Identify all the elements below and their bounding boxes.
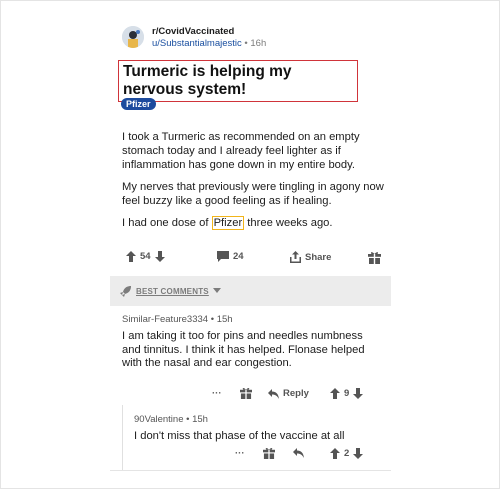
gift-icon	[368, 251, 381, 264]
vote-group: 54	[126, 251, 165, 262]
post-card: r/CovidVaccinated u/Substantialmajestic …	[110, 14, 391, 476]
reply-button[interactable]: Reply	[268, 388, 309, 399]
comment-text: I don't miss that phase of the vaccine a…	[134, 430, 345, 442]
comment-meta: Similar-Feature3334 • 15h	[122, 314, 233, 325]
downvote-icon[interactable]	[353, 388, 364, 399]
reply-label: Reply	[283, 388, 309, 399]
comment-actions: ··· Reply 9	[122, 388, 384, 402]
upvote-icon[interactable]	[330, 448, 340, 459]
comment-time: 15h	[216, 314, 233, 325]
more-icon: ···	[212, 388, 222, 399]
sort-label[interactable]: BEST COMMENTS	[136, 287, 209, 296]
share-button[interactable]: Share	[290, 251, 331, 263]
post-paragraph: I took a Turmeric as recommended on an e…	[122, 131, 360, 171]
vote-group: 2	[330, 448, 364, 459]
comment-author[interactable]: 90Valentine	[134, 414, 183, 425]
award-button[interactable]	[240, 387, 252, 399]
more-options-button[interactable]: ···	[235, 448, 245, 459]
post-paragraph: My nerves that previously were tingling …	[122, 181, 384, 207]
comment-text: I am taking it too for pins and needles …	[122, 330, 365, 369]
share-icon	[290, 251, 301, 263]
comments-sort-bar[interactable]: BEST COMMENTS	[110, 276, 391, 306]
more-options-button[interactable]: ···	[212, 388, 222, 399]
downvote-icon[interactable]	[154, 251, 165, 262]
upvote-icon[interactable]	[126, 251, 136, 262]
gift-icon	[240, 387, 252, 399]
comments-button[interactable]: 24	[217, 251, 244, 262]
post-flair[interactable]: Pfizer	[121, 98, 156, 110]
reply-icon	[293, 448, 304, 458]
rocket-icon	[120, 285, 132, 297]
award-button[interactable]	[263, 447, 275, 459]
vote-group: 9	[330, 388, 364, 399]
vote-count: 54	[140, 251, 151, 262]
vote-count: 9	[344, 388, 350, 399]
reply-button[interactable]	[293, 448, 304, 458]
divider	[110, 470, 391, 471]
comment-icon	[217, 251, 229, 262]
paragraph-text: three weeks ago.	[244, 217, 333, 229]
post-body: I took a Turmeric as recommended on an e…	[122, 130, 384, 238]
paragraph-text: I had one dose of	[122, 217, 212, 229]
meta-separator: •	[244, 38, 248, 49]
post-meta: u/Substantialmajestic • 16h	[152, 38, 266, 49]
reply-icon	[268, 388, 279, 399]
comment-time: 15h	[192, 414, 208, 425]
highlighted-word: Pfizer	[211, 216, 245, 230]
upvote-icon[interactable]	[330, 388, 340, 399]
comment-author[interactable]: Similar-Feature3334	[122, 314, 208, 325]
post-title[interactable]: Turmeric is helping my nervous system!	[118, 60, 358, 102]
post-paragraph: I had one dose of Pfizer three weeks ago…	[122, 216, 384, 230]
share-label: Share	[305, 251, 332, 263]
comment-actions: ··· 2	[122, 448, 384, 462]
comment-meta: 90Valentine • 15h	[134, 414, 208, 425]
more-icon: ···	[235, 448, 245, 459]
author-link[interactable]: u/Substantialmajestic	[152, 38, 242, 49]
subreddit-name[interactable]: r/CovidVaccinated	[152, 26, 234, 37]
post-actions: 54 24 Share	[122, 251, 384, 267]
chevron-down-icon[interactable]	[213, 288, 221, 293]
meta-separator: •	[186, 414, 190, 425]
meta-separator: •	[210, 314, 215, 325]
downvote-icon[interactable]	[353, 448, 364, 459]
gift-icon	[263, 447, 275, 459]
comment-count: 24	[233, 251, 244, 262]
subreddit-avatar[interactable]	[122, 26, 144, 48]
post-time: 16h	[250, 38, 267, 49]
vote-count: 2	[344, 448, 350, 459]
award-button[interactable]	[368, 251, 381, 264]
